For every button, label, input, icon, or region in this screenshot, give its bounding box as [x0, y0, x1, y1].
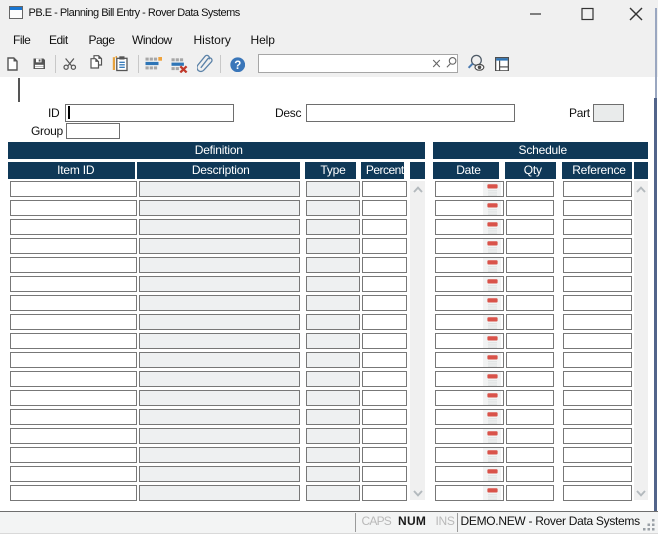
svg-text:?: ?	[234, 59, 241, 71]
